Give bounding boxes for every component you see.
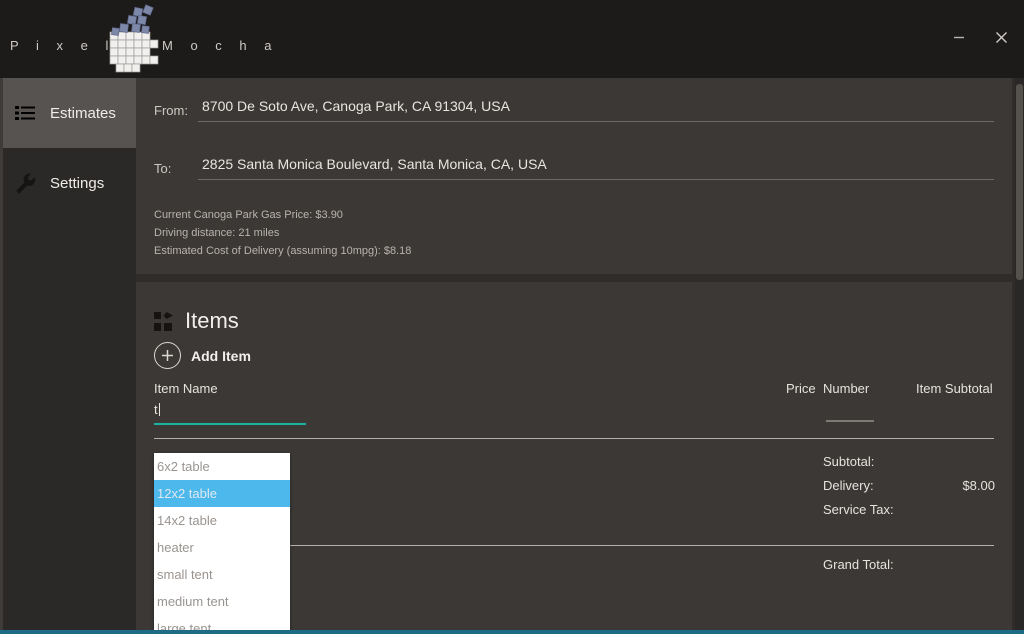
text-caret xyxy=(158,403,160,416)
totals-row-grand-total: Grand Total: xyxy=(823,557,995,573)
list-icon xyxy=(14,102,36,124)
totals-row-service-tax: Service Tax: xyxy=(823,502,995,518)
left-edge-strip xyxy=(0,78,3,634)
add-item-label: Add Item xyxy=(191,347,251,364)
autocomplete-option[interactable]: 14x2 table xyxy=(154,507,290,534)
delivery-cost-text: Estimated Cost of Delivery (assuming 10m… xyxy=(154,245,412,257)
totals-row-delivery: Delivery: $8.00 xyxy=(823,478,995,494)
service-tax-label: Service Tax: xyxy=(823,502,894,517)
from-input[interactable]: 8700 De Soto Ave, Canoga Park, CA 91304,… xyxy=(198,98,994,122)
close-icon[interactable] xyxy=(988,24,1014,50)
to-label: To: xyxy=(154,161,172,176)
column-header-item-subtotal: Item Subtotal xyxy=(916,381,993,396)
sidebar: Estimates Settings xyxy=(0,78,136,634)
from-field-row: From: 8700 De Soto Ave, Canoga Park, CA … xyxy=(154,98,994,122)
sidebar-item-estimates[interactable]: Estimates xyxy=(0,78,136,148)
locations-card: From: 8700 De Soto Ave, Canoga Park, CA … xyxy=(136,78,1012,274)
to-field-row: To: 2825 Santa Monica Boulevard, Santa M… xyxy=(154,156,994,180)
plus-circle-icon xyxy=(154,342,181,369)
column-header-price: Price xyxy=(786,381,816,396)
delivery-value: $8.00 xyxy=(962,478,995,493)
grid-icon xyxy=(154,311,173,331)
items-title: Items xyxy=(185,308,239,333)
sidebar-item-label: Estimates xyxy=(50,104,116,122)
autocomplete-option[interactable]: 6x2 table xyxy=(154,453,290,480)
delivery-label: Delivery: xyxy=(823,478,874,493)
subtotal-label: Subtotal: xyxy=(823,454,875,469)
coffee-mug-icon xyxy=(92,2,170,76)
grand-total-label: Grand Total: xyxy=(823,557,894,572)
autocomplete-option[interactable]: small tent xyxy=(154,561,290,588)
sidebar-item-settings[interactable]: Settings xyxy=(0,148,136,218)
sidebar-item-label: Settings xyxy=(50,174,105,192)
add-item-button[interactable]: Add Item xyxy=(154,342,251,369)
app-logo: P i x e l M o c h a xyxy=(0,0,271,78)
wrench-icon xyxy=(14,172,36,194)
window-controls xyxy=(946,24,1014,50)
column-header-number: Number xyxy=(823,381,870,396)
item-name-input[interactable]: t xyxy=(154,402,306,425)
vertical-scrollbar-thumb[interactable] xyxy=(1016,84,1023,280)
item-name-value: t xyxy=(154,402,158,417)
item-name-autocomplete-dropdown[interactable]: 6x2 table 12x2 table 14x2 table heater s… xyxy=(154,453,290,634)
autocomplete-option[interactable]: heater xyxy=(154,534,290,561)
column-header-item-name: Item Name xyxy=(154,381,218,396)
logo-text-right: M o c h a xyxy=(162,38,279,53)
items-header: Items xyxy=(154,308,239,334)
autocomplete-option-selected[interactable]: 12x2 table xyxy=(154,480,290,507)
bottom-accent-bar xyxy=(0,630,1024,634)
app-window: P i x e l M o c h a Estimates Settings F… xyxy=(0,0,1024,634)
to-input[interactable]: 2825 Santa Monica Boulevard, Santa Monic… xyxy=(198,156,994,180)
autocomplete-option[interactable]: medium tent xyxy=(154,588,290,615)
driving-distance-text: Driving distance: 21 miles xyxy=(154,227,280,239)
item-number-input[interactable] xyxy=(826,402,874,422)
items-divider-top xyxy=(154,438,994,439)
totals-row-subtotal: Subtotal: xyxy=(823,454,995,470)
gas-price-text: Current Canoga Park Gas Price: $3.90 xyxy=(154,209,343,221)
from-label: From: xyxy=(154,103,188,118)
minimize-button[interactable] xyxy=(946,24,972,50)
